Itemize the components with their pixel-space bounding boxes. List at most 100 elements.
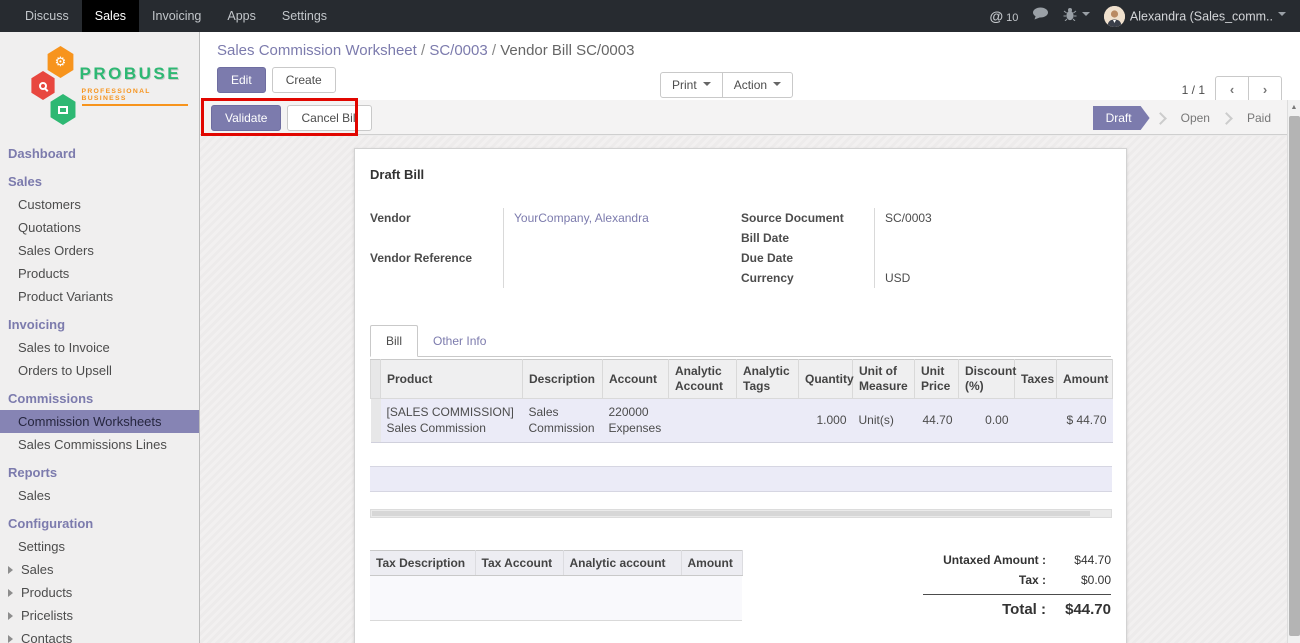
invoice-lines-table: Product Description Account Analytic Acc… — [370, 359, 1113, 443]
bill-date-label: Bill Date — [741, 228, 875, 248]
breadcrumb-link-sc0003[interactable]: SC/0003 — [429, 42, 487, 59]
sidebar-item-sales-orders[interactable]: Sales Orders — [0, 239, 199, 262]
main-area: Sales Commission Worksheet / SC/0003 / V… — [200, 32, 1300, 643]
print-dropdown-button[interactable]: Print — [660, 72, 723, 98]
breadcrumb-current: Vendor Bill SC/0003 — [500, 42, 634, 59]
expand-arrow-icon — [8, 612, 17, 620]
debug-menu-toggle[interactable] — [1063, 7, 1090, 26]
sidebar-item-products[interactable]: Products — [0, 262, 199, 285]
invoice-line-row[interactable]: [SALES COMMISSION] Sales Commission Sale… — [371, 399, 1113, 443]
column-header: Amount — [681, 551, 742, 576]
caret-down-icon — [1278, 12, 1286, 20]
row-handle — [371, 399, 381, 443]
currency-value: USD — [875, 268, 1111, 288]
sidebar-item-reports-sales[interactable]: Sales — [0, 484, 199, 507]
edit-button[interactable]: Edit — [217, 67, 266, 93]
box-icon — [49, 94, 78, 125]
logo-title: PROBUSE — [80, 64, 182, 84]
pager-counter: 1 / 1 — [1182, 83, 1205, 97]
tab-other-info[interactable]: Other Info — [418, 326, 501, 356]
cell-uom: Unit(s) — [853, 399, 915, 443]
nav-menu-discuss[interactable]: Discuss — [12, 0, 82, 32]
nav-menu-apps[interactable]: Apps — [214, 0, 269, 32]
untaxed-amount-value: $44.70 — [1056, 553, 1111, 567]
caret-down-icon — [773, 82, 781, 90]
nav-menu-sales[interactable]: Sales — [82, 0, 139, 32]
status-step-paid[interactable]: Paid — [1241, 106, 1277, 130]
status-step-open[interactable]: Open — [1175, 106, 1216, 130]
horizontal-scrollbar-thumb[interactable] — [372, 511, 1090, 516]
breadcrumb-link-worksheet[interactable]: Sales Commission Worksheet — [217, 42, 417, 59]
cell-description: Sales Commission — [523, 399, 603, 443]
create-button[interactable]: Create — [272, 67, 336, 93]
sidebar-section-sales[interactable]: Sales — [0, 170, 199, 193]
chevron-right-icon — [1154, 112, 1167, 125]
column-header: Unit of Measure — [853, 360, 915, 399]
due-date-label: Due Date — [741, 248, 875, 268]
sidebar-section-reports[interactable]: Reports — [0, 461, 199, 484]
scroll-up-arrow-icon[interactable]: ▲ — [1288, 100, 1300, 115]
cell-unit-price: 44.70 — [915, 399, 959, 443]
horizontal-scrollbar[interactable] — [370, 509, 1112, 518]
tax-table-header-row: Tax Description Tax Account Analytic acc… — [370, 551, 742, 576]
vertical-scrollbar[interactable]: ▲ — [1287, 100, 1300, 643]
mention-count: 10 — [1006, 12, 1018, 24]
sidebar-item-config-products[interactable]: Products — [0, 581, 199, 604]
sidebar-item-label: Sales — [21, 562, 54, 577]
expand-arrow-icon — [8, 566, 17, 574]
cell-taxes — [1015, 399, 1057, 443]
prev-page-button[interactable]: ‹ — [1215, 76, 1249, 103]
sidebar-item-quotations[interactable]: Quotations — [0, 216, 199, 239]
vertical-scrollbar-thumb[interactable] — [1289, 116, 1300, 636]
due-date-value — [875, 248, 1111, 268]
user-name: Alexandra (Sales_comm.. — [1130, 9, 1273, 23]
validate-button[interactable]: Validate — [211, 105, 281, 131]
field-group-right: Source Document SC/0003 Bill Date Due Da… — [741, 208, 1111, 288]
vendor-label: Vendor — [370, 208, 504, 248]
cell-quantity: 1.000 — [799, 399, 853, 443]
sidebar-item-sales-to-invoice[interactable]: Sales to Invoice — [0, 336, 199, 359]
mention-counter[interactable]: @10 — [990, 8, 1019, 24]
column-header: Amount — [1057, 360, 1113, 399]
breadcrumb-separator: / — [421, 42, 425, 59]
nav-menu-invoicing[interactable]: Invoicing — [139, 0, 214, 32]
caret-down-icon — [703, 82, 711, 90]
next-page-button[interactable]: › — [1248, 76, 1282, 103]
page-title: Draft Bill — [370, 167, 1111, 182]
top-navbar: Discuss Sales Invoicing Apps Settings @1… — [0, 0, 1300, 32]
sidebar-section-configuration[interactable]: Configuration — [0, 512, 199, 535]
table-header-row: Product Description Account Analytic Acc… — [371, 360, 1113, 399]
sidebar-item-config-contacts[interactable]: Contacts — [0, 627, 199, 643]
cancel-bill-button[interactable]: Cancel Bill — [287, 105, 372, 131]
sidebar-section-invoicing[interactable]: Invoicing — [0, 313, 199, 336]
sidebar-item-customers[interactable]: Customers — [0, 193, 199, 216]
pager: 1 / 1 ‹ › — [1182, 76, 1282, 103]
nav-menu-settings[interactable]: Settings — [269, 0, 340, 32]
column-header: Unit Price — [915, 360, 959, 399]
column-header: Product — [381, 360, 523, 399]
source-document-value: SC/0003 — [875, 208, 1111, 228]
sidebar-item-config-sales[interactable]: Sales — [0, 558, 199, 581]
status-step-draft[interactable]: Draft — [1093, 106, 1150, 130]
vendor-reference-label: Vendor Reference — [370, 248, 504, 288]
vendor-value-link[interactable]: YourCompany, Alexandra — [514, 211, 649, 225]
messages-icon[interactable] — [1032, 7, 1049, 26]
vendor-reference-value — [504, 248, 727, 288]
sidebar-item-settings[interactable]: Settings — [0, 535, 199, 558]
tab-bill[interactable]: Bill — [370, 325, 418, 357]
sidebar-section-commissions[interactable]: Commissions — [0, 387, 199, 410]
sidebar-item-config-pricelists[interactable]: Pricelists — [0, 604, 199, 627]
sidebar-item-orders-to-upsell[interactable]: Orders to Upsell — [0, 359, 199, 382]
action-dropdown-button[interactable]: Action — [722, 72, 793, 98]
sidebar-item-dashboard[interactable]: Dashboard — [0, 142, 199, 165]
field-group-left: Vendor YourCompany, Alexandra Vendor Ref… — [370, 208, 727, 288]
sidebar-item-product-variants[interactable]: Product Variants — [0, 285, 199, 308]
sidebar-item-sales-commissions-lines[interactable]: Sales Commissions Lines — [0, 433, 199, 456]
sidebar-item-commission-worksheets[interactable]: Commission Worksheets — [0, 410, 199, 433]
column-header: Discount (%) — [959, 360, 1015, 399]
statusbar: Validate Cancel Bill Draft Open Paid — [200, 100, 1287, 135]
column-header: Analytic Account — [669, 360, 737, 399]
user-menu[interactable]: Alexandra (Sales_comm.. — [1104, 6, 1286, 27]
magnifier-icon — [30, 71, 57, 100]
column-header: Quantity — [799, 360, 853, 399]
